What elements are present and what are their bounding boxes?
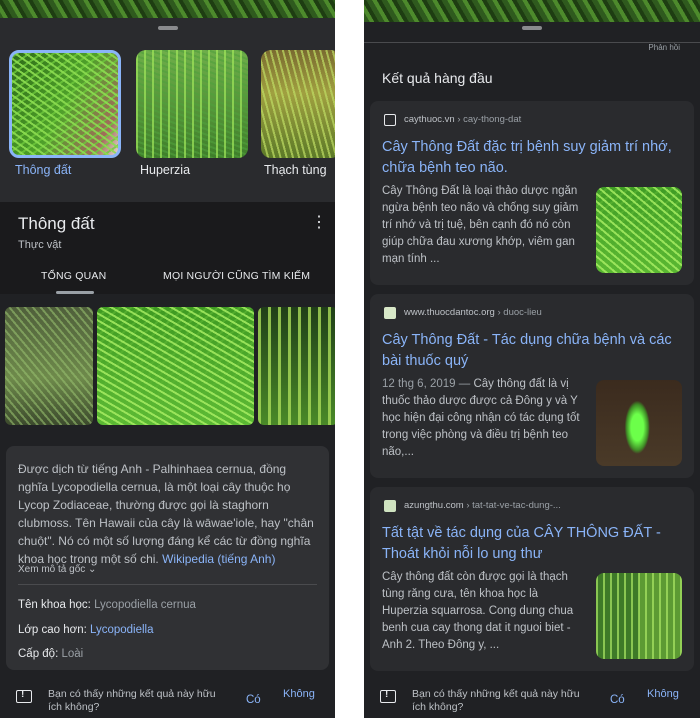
- result-thumbnail[interactable]: [596, 380, 682, 466]
- feedback-yes-button[interactable]: Có: [610, 694, 625, 706]
- fact-label: Tên khoa học:: [18, 599, 95, 611]
- result-snippet-text: Cây thông đất là vị thuốc thảo dược được…: [382, 378, 580, 458]
- right-screen: Phản hồi Kết quả hàng đầu caythuoc.vn › …: [364, 0, 700, 718]
- gallery-image[interactable]: [258, 307, 335, 425]
- divider: [18, 584, 317, 585]
- result-snippet: 12 thg 6, 2019 — Cây thông đất là vị thu…: [382, 376, 580, 461]
- feedback-label[interactable]: Phản hồi: [648, 43, 680, 52]
- result-path: › tat-tat-ve-tac-dung-...: [463, 500, 561, 511]
- gallery-image[interactable]: [97, 307, 254, 425]
- result-source[interactable]: www.thuocdantoc.org › duoc-lieu: [404, 307, 542, 318]
- fact-rank: Cấp độ: Loài: [18, 648, 83, 660]
- thumbnail-label[interactable]: Thạch tùng: [264, 163, 327, 177]
- leaf-favicon-icon: [384, 307, 396, 319]
- result-card[interactable]: azungthu.com › tat-tat-ve-tac-dung-... T…: [370, 487, 694, 671]
- panel-title: Thông đất: [18, 214, 95, 233]
- feedback-question: Bạn có thấy những kết quả này hữu ích kh…: [412, 688, 580, 713]
- feedback-no-button[interactable]: Không: [283, 688, 315, 701]
- camera-favicon-icon: [384, 114, 396, 126]
- tab-overview[interactable]: TỔNG QUAN: [41, 270, 106, 282]
- result-domain: www.thuocdantoc.org: [404, 307, 495, 318]
- knowledge-panel-header: Thông đất Thực vật ⋮ TỔNG QUAN MỌI NGƯỜI…: [0, 202, 335, 294]
- leaf-favicon-icon: [384, 500, 396, 512]
- feedback-no-button[interactable]: Không: [647, 688, 679, 701]
- drag-handle[interactable]: [522, 26, 542, 30]
- drag-handle[interactable]: [157, 26, 178, 30]
- result-path: › cay-thong-dat: [454, 114, 522, 125]
- result-source[interactable]: caythuoc.vn › cay-thong-dat: [404, 114, 521, 125]
- description-card: Được dịch từ tiếng Anh - Palhinhaea cern…: [6, 446, 329, 670]
- panel-subtitle: Thực vật: [18, 239, 62, 251]
- active-tab-indicator: [56, 291, 94, 294]
- result-thumbnail[interactable]: [596, 187, 682, 273]
- feedback-icon: [16, 689, 32, 703]
- result-title[interactable]: Cây Thông Đất - Tác dụng chữa bệnh và cá…: [382, 330, 684, 372]
- feedback-bar: Bạn có thấy những kết quả này hữu ích kh…: [364, 676, 700, 718]
- result-title[interactable]: Cây Thông Đất đặc trị bệnh suy giảm trí …: [382, 137, 684, 179]
- result-domain: azungthu.com: [404, 500, 464, 511]
- fact-higher-class: Lớp cao hơn: Lycopodiella: [18, 624, 154, 636]
- fact-label: Cấp độ:: [18, 648, 62, 660]
- result-thumbnail[interactable]: [596, 573, 682, 659]
- result-card[interactable]: caythuoc.vn › cay-thong-dat Cây Thông Đấ…: [370, 101, 694, 285]
- more-options-icon[interactable]: ⋮: [311, 212, 327, 232]
- result-title[interactable]: Tất tật về tác dụng của CÂY THÔNG ĐẤT - …: [382, 523, 684, 565]
- left-screen: Thông đất Huperzia Thạch tùng Thông đất …: [0, 0, 335, 718]
- fact-value: Loài: [61, 648, 84, 660]
- thumbnail-thach-tung[interactable]: [261, 50, 335, 158]
- thumbnail-huperzia[interactable]: [136, 50, 248, 158]
- thumbnail-label[interactable]: Huperzia: [140, 163, 190, 177]
- fact-label: Lớp cao hơn:: [18, 624, 90, 636]
- description-body: Được dịch từ tiếng Anh - Palhinhaea cern…: [18, 462, 314, 566]
- chevron-down-icon: ⌄: [88, 564, 97, 575]
- show-original-label: Xem mô tả gốc: [18, 564, 86, 575]
- feedback-icon: [380, 689, 396, 703]
- result-date: 12 thg 6, 2019 —: [382, 378, 474, 390]
- section-title: Kết quả hàng đầu: [382, 70, 493, 86]
- result-snippet-text: Cây Thông Đất là loại thảo dược ngăn ngừ…: [382, 185, 579, 265]
- result-snippet-text: Cây thông đất còn được gọi là thạch tùng…: [382, 571, 574, 651]
- result-card[interactable]: www.thuocdantoc.org › duoc-lieu Cây Thôn…: [370, 294, 694, 478]
- wikipedia-link[interactable]: Wikipedia (tiếng Anh): [162, 552, 275, 566]
- feedback-yes-button[interactable]: Có: [246, 694, 261, 706]
- result-snippet: Cây thông đất còn được gọi là thạch tùng…: [382, 569, 580, 654]
- thumbnail-label[interactable]: Thông đất: [15, 163, 71, 177]
- feedback-bar: Bạn có thấy những kết quả này hữu ích kh…: [0, 676, 335, 718]
- show-original-link[interactable]: Xem mô tả gốc ⌄: [18, 564, 96, 575]
- result-path: › duoc-lieu: [494, 307, 542, 318]
- tab-people-also-search[interactable]: MỌI NGƯỜI CŨNG TÌM KIẾM: [163, 270, 310, 282]
- result-source[interactable]: azungthu.com › tat-tat-ve-tac-dung-...: [404, 500, 561, 511]
- description-text: Được dịch từ tiếng Anh - Palhinhaea cern…: [18, 460, 317, 568]
- feedback-question: Bạn có thấy những kết quả này hữu ích kh…: [48, 688, 216, 713]
- thumbnail-thong-dat[interactable]: [9, 50, 121, 158]
- fact-value-link[interactable]: Lycopodiella: [90, 624, 154, 636]
- top-image-strip: [364, 0, 700, 22]
- gallery-image[interactable]: [5, 307, 93, 425]
- result-snippet: Cây Thông Đất là loại thảo dược ngăn ngừ…: [382, 183, 580, 268]
- result-domain: caythuoc.vn: [404, 114, 455, 125]
- fact-scientific-name: Tên khoa học: Lycopodiella cernua: [18, 599, 196, 611]
- fact-value: Lycopodiella cernua: [94, 599, 196, 611]
